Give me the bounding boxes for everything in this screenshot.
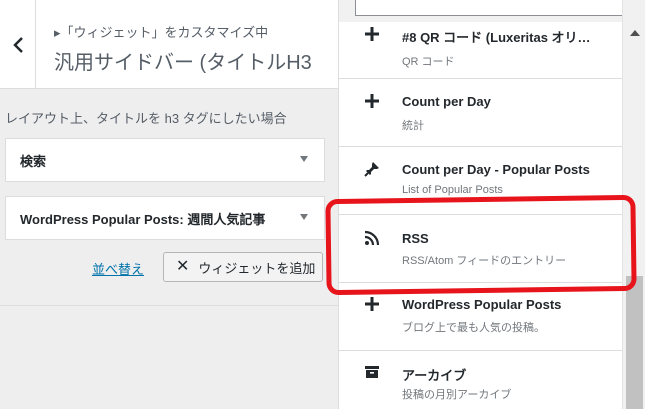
widget-description: RSS/Atom フィードのエントリー <box>402 255 567 267</box>
panel-header: ▸「ウィジェット」をカスタマイズ中 汎用サイドバー (タイトルH3 <box>0 0 338 89</box>
scroll-thumb[interactable] <box>626 276 643 409</box>
reorder-link[interactable]: 並べ替え <box>92 259 144 278</box>
available-widget-rss[interactable]: RSS RSS/Atom フィードのエントリー <box>339 215 622 283</box>
widget-name: Count per Day <box>402 94 491 109</box>
close-icon: ✕ <box>176 258 190 275</box>
available-widget-wpp[interactable]: WordPress Popular Posts ブログ上で最も人気の投稿。 <box>339 283 622 351</box>
breadcrumb: ▸「ウィジェット」をカスタマイズ中 <box>54 25 269 40</box>
widget-description: List of Popular Posts <box>402 184 503 196</box>
plus-icon <box>362 294 382 314</box>
plus-icon <box>362 24 382 44</box>
scrollbar[interactable] <box>622 0 645 409</box>
pin-icon <box>362 159 382 179</box>
widget-search-input[interactable] <box>355 0 623 16</box>
available-widgets-panel: #8 QR コード (Luxeritas オリ… QR コード Count pe… <box>338 0 645 409</box>
customizer-panel: ▸「ウィジェット」をカスタマイズ中 汎用サイドバー (タイトルH3 レイアウト上… <box>0 0 338 409</box>
scroll-up-icon[interactable] <box>630 30 640 36</box>
widget-search[interactable]: 検索 <box>5 138 325 182</box>
chevron-left-icon <box>12 36 23 53</box>
add-widget-label: ウィジェットを追加 <box>198 260 316 276</box>
arrow-down-icon[interactable] <box>300 214 308 220</box>
widget-name: WordPress Popular Posts <box>402 297 562 312</box>
available-widget-archive[interactable]: アーカイブ 投稿の月別アーカイブ <box>339 351 622 409</box>
widget-description: QR コード <box>402 56 455 68</box>
widget-title: WordPress Popular Posts: 週間人気記事 <box>20 211 266 227</box>
available-widget-qr-code[interactable]: #8 QR コード (Luxeritas オリ… QR コード <box>339 22 622 79</box>
archive-icon <box>362 362 382 382</box>
section-title: 汎用サイドバー (タイトルH3 <box>54 52 312 74</box>
widget-title: 検索 <box>20 153 47 169</box>
available-widget-count-per-day-popular[interactable]: Count per Day - Popular Posts List of Po… <box>339 147 622 215</box>
plus-icon <box>362 91 382 111</box>
arrow-down-icon[interactable] <box>300 156 308 162</box>
rss-icon <box>362 228 382 248</box>
divider <box>0 305 338 306</box>
available-widget-count-per-day[interactable]: Count per Day 統計 <box>339 79 622 147</box>
widget-name: #8 QR コード (Luxeritas オリ… <box>402 30 591 45</box>
widget-name: Count per Day - Popular Posts <box>402 162 590 177</box>
widget-description: 投稿の月別アーカイブ <box>402 389 512 401</box>
widget-popular-posts[interactable]: WordPress Popular Posts: 週間人気記事 <box>5 196 325 240</box>
add-widget-button[interactable]: ✕ ウィジェットを追加 <box>163 252 323 282</box>
panel-description: レイアウト上、タイトルを h3 タグにしたい場合 <box>5 111 287 126</box>
widget-name: アーカイブ <box>402 368 467 383</box>
widget-description: 統計 <box>402 120 424 132</box>
search-area <box>339 0 645 22</box>
widget-description: ブログ上で最も人気の投稿。 <box>402 322 545 334</box>
back-button[interactable] <box>0 0 36 89</box>
widget-name: RSS <box>402 231 429 246</box>
